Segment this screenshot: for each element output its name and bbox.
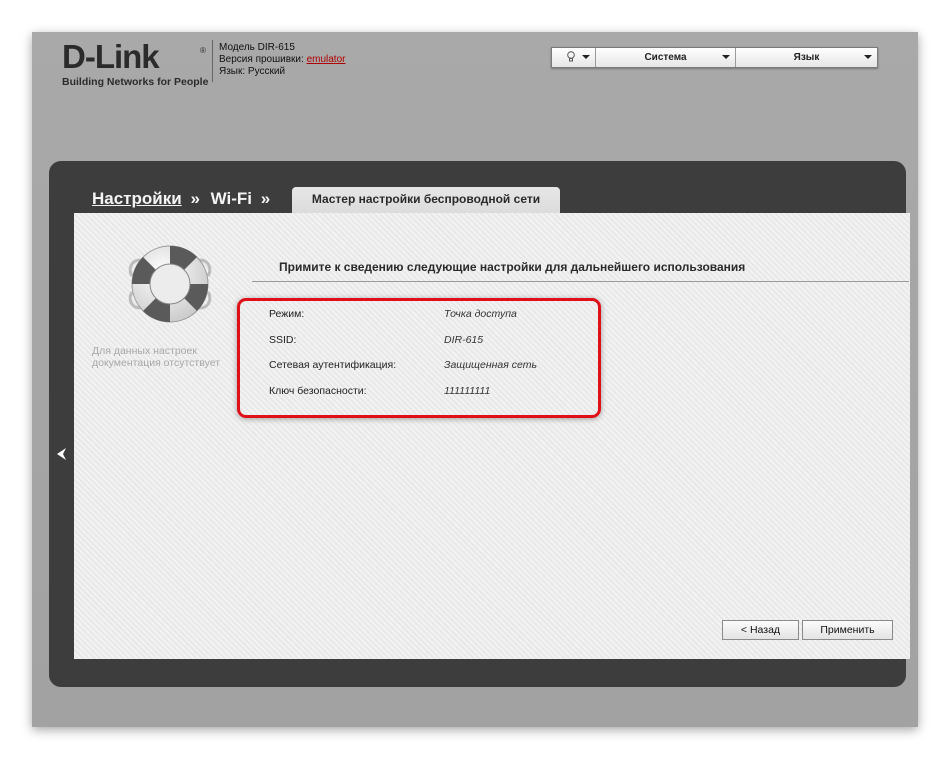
chevron-down-icon [582, 55, 590, 59]
back-arrow-icon[interactable] [55, 447, 69, 461]
system-menu-label: Система [644, 52, 687, 63]
firmware-line: Версия прошивки: emulator [219, 54, 345, 66]
lightbulb-icon [567, 51, 575, 62]
system-menu[interactable]: Система [596, 48, 736, 67]
no-doc-line-2: документация отсутствует [92, 357, 221, 369]
section-title: Примите к сведению следующие настройки д… [252, 260, 909, 282]
main-panel: Настройки » Wi-Fi » Мастер настройки бес… [49, 161, 910, 687]
language-label: Язык: Русский [219, 66, 286, 77]
firmware-label: Версия прошивки: [219, 54, 307, 65]
chevron-down-icon [864, 55, 872, 59]
router-web-interface: D-Link ® Building Networks for People Мо… [32, 32, 918, 727]
apply-button[interactable]: Применить [802, 620, 893, 640]
no-doc-line-1: Для данных настроек [92, 345, 197, 357]
model-label: Модель DIR-615 [219, 42, 295, 53]
no-documentation-text: Для данных настроек документация отсутст… [92, 345, 220, 369]
content-area: Для данных настроек документация отсутст… [74, 213, 910, 659]
chevron-down-icon [722, 55, 730, 59]
back-button[interactable]: < Назад [722, 620, 799, 640]
logo-registered-mark: ® [200, 46, 206, 55]
breadcrumb: Настройки » Wi-Fi » [92, 189, 276, 209]
highlight-frame [237, 298, 601, 418]
hint-dropdown[interactable] [552, 48, 596, 67]
device-info: Модель DIR-615 Версия прошивки: emulator… [219, 42, 345, 78]
breadcrumb-separator: » [260, 189, 271, 208]
top-toolbar: Система Язык [551, 47, 878, 68]
tab-wireless-wizard[interactable]: Мастер настройки беспроводной сети [292, 187, 560, 213]
breadcrumb-separator: » [190, 189, 200, 208]
firmware-link[interactable]: emulator [307, 54, 346, 65]
dlink-logo: D-Link ® Building Networks for People [62, 38, 212, 89]
lifebuoy-icon [128, 245, 212, 323]
logo-text: D-Link [62, 38, 160, 75]
header-divider [212, 40, 213, 82]
language-menu-label: Язык [793, 52, 820, 63]
language-menu[interactable]: Язык [736, 48, 877, 67]
breadcrumb-settings-link[interactable]: Настройки [92, 189, 182, 208]
logo-tagline: Building Networks for People [62, 76, 209, 88]
breadcrumb-wifi: Wi-Fi [210, 189, 253, 208]
